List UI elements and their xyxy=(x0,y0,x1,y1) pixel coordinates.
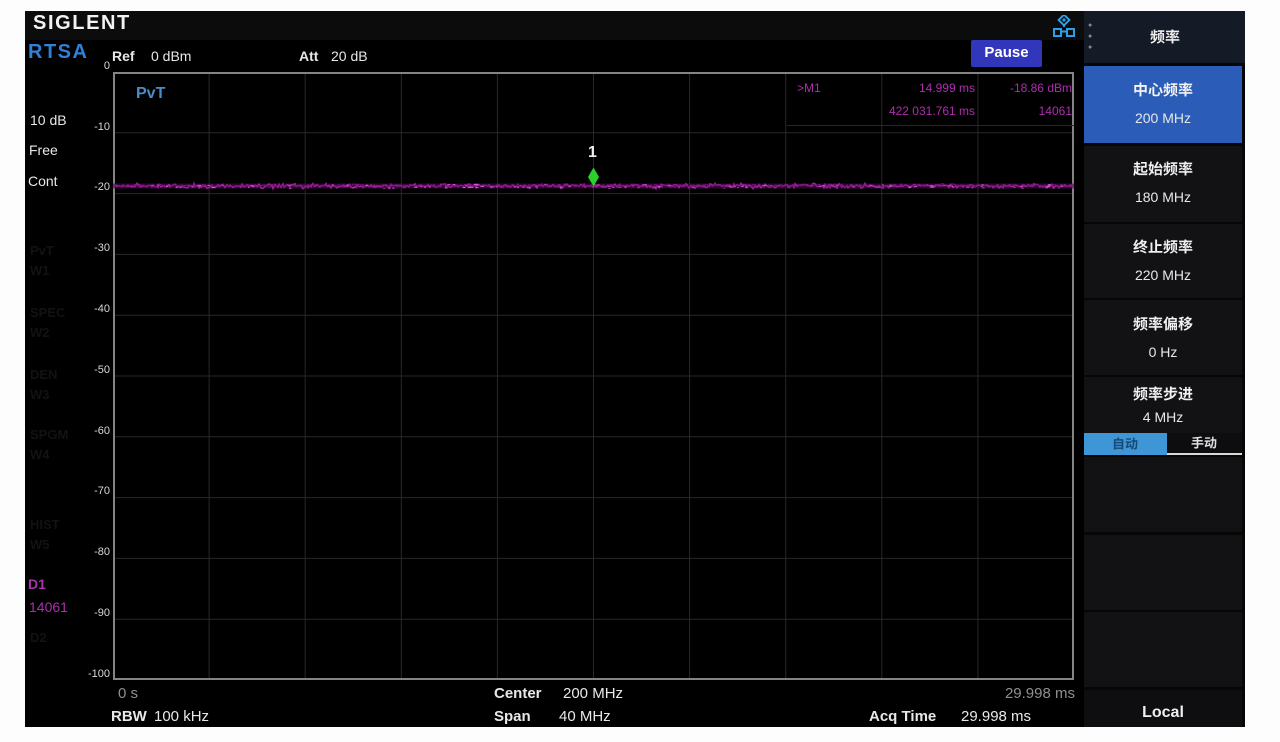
svg-text:PvT: PvT xyxy=(136,85,166,102)
svg-text:1: 1 xyxy=(588,144,597,161)
